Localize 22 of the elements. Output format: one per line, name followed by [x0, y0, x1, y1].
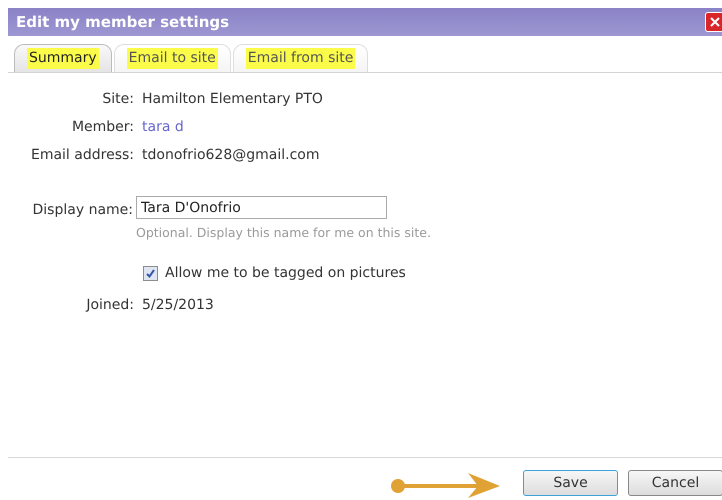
field-label: Joined: — [84, 296, 134, 315]
cancel-button[interactable]: Cancel — [628, 470, 722, 496]
checkbox[interactable] — [143, 266, 158, 281]
tab[interactable]: Email from site — [232, 44, 368, 72]
tab[interactable]: Email to site — [114, 44, 231, 72]
tab[interactable]: Summary — [14, 44, 112, 72]
window-title: Edit my member settings — [16, 12, 230, 33]
close-button[interactable] — [705, 12, 722, 32]
arrow-icon — [388, 470, 502, 498]
field-label: Email address: — [30, 146, 134, 165]
close-icon — [710, 17, 720, 27]
hint-text: Optional. Display this name for me on this site. — [136, 224, 431, 242]
field-value: 5/25/2013 — [142, 296, 214, 315]
field-label: Display name: — [32, 201, 133, 220]
field-label: Member: — [70, 118, 134, 137]
field-label: Site: — [101, 90, 134, 109]
checkbox-label: Allow me to be tagged on pictures — [165, 264, 406, 283]
member-link[interactable]: tara d — [142, 117, 184, 138]
save-button[interactable]: Save — [523, 470, 618, 496]
field-value: tdonofrio628@gmail.com — [142, 146, 320, 165]
field-value: Hamilton Elementary PTO — [142, 90, 323, 109]
display-name-field[interactable]: Tara D'Onofrio — [136, 196, 387, 219]
